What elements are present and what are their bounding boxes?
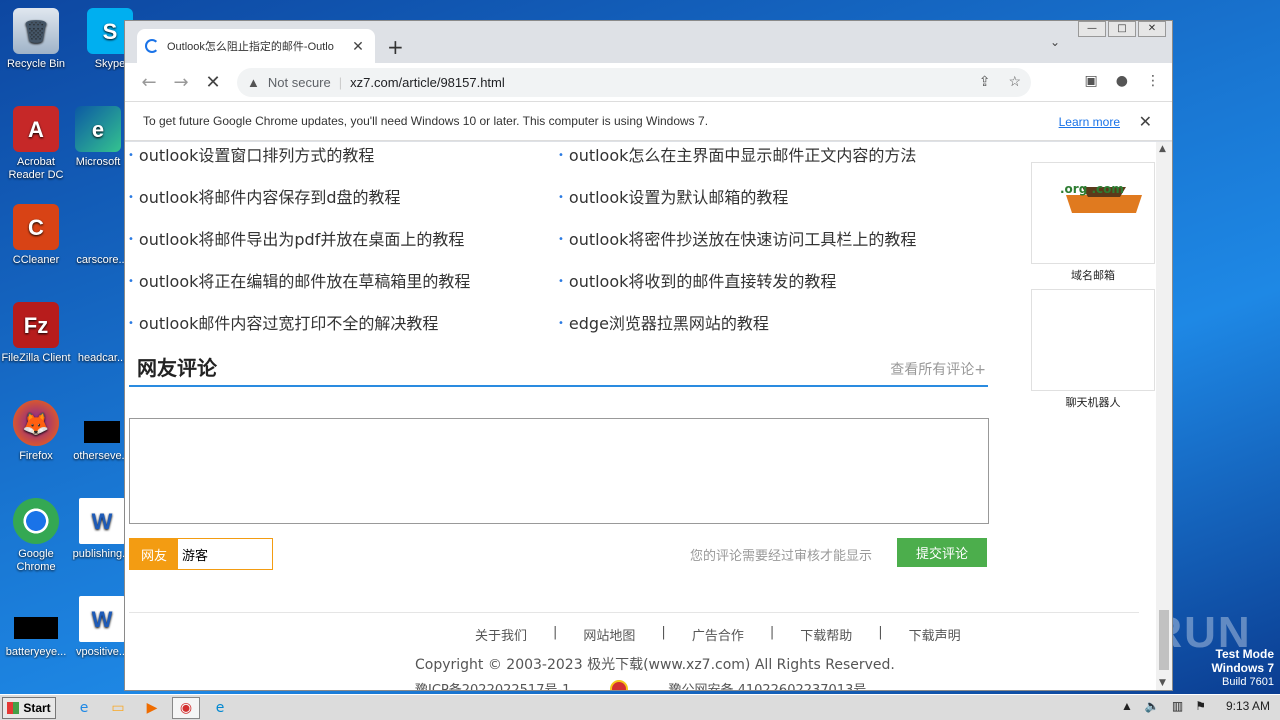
start-button[interactable]: Start	[2, 696, 56, 719]
tray-expand-icon[interactable]: ▲	[1121, 699, 1133, 713]
comments-heading: 网友评论	[137, 356, 217, 380]
test-mode-label: Test Mode Windows 7 Build 7601	[1211, 647, 1274, 688]
back-icon[interactable]: ←	[133, 72, 165, 93]
comments-header: 网友评论 查看所有评论+	[129, 347, 988, 387]
profile-icon[interactable]: ●	[1116, 73, 1128, 89]
page-viewport: outlook设置窗口排列方式的教程 outlook将邮件内容保存到d盘的教程 …	[125, 142, 1172, 690]
nickname-input[interactable]: 游客	[178, 539, 272, 569]
footer-link-sitemap[interactable]: 网站地图	[583, 625, 635, 644]
view-all-comments-link[interactable]: 查看所有评论+	[890, 359, 986, 379]
copyright-text: Copyright © 2003-2023 极光下载(www.xz7.com) …	[415, 657, 895, 673]
scroll-down-icon[interactable]: ▼	[1159, 678, 1166, 688]
article-link[interactable]: outlook怎么在主界面中显示邮件正文内容的方法	[558, 142, 917, 166]
footer-links: 关于我们 | 网站地图 | 广告合作 | 下载帮助 | 下载声明	[475, 625, 961, 644]
minimize-button[interactable]: —	[1078, 21, 1106, 37]
sidebar-ads: .org .com 域名邮箱 聊天机器人	[1031, 162, 1155, 410]
article-link[interactable]: outlook将密件抄送放在快速访问工具栏上的教程	[558, 226, 917, 250]
tab-title: Outlook怎么阻止指定的邮件-Outlo	[167, 41, 334, 53]
footer-link-help[interactable]: 下载帮助	[800, 625, 852, 644]
maximize-button[interactable]: □	[1108, 21, 1136, 37]
new-tab-button[interactable]: +	[387, 35, 404, 59]
chatbot-ad[interactable]	[1031, 289, 1155, 391]
browser-toolbar: ← → ✕ ▲ Not secure | xz7.com/article/981…	[125, 63, 1172, 101]
chrome-desktop-icon[interactable]: Google Chrome	[0, 498, 72, 574]
footer-divider	[129, 612, 1139, 613]
police-badge-icon	[610, 679, 629, 690]
media-player-taskbar-icon[interactable]: ▶	[138, 697, 166, 719]
nickname-field[interactable]: 网友 游客	[129, 538, 273, 570]
warning-icon: ▲	[247, 75, 260, 90]
article-link[interactable]: outlook将收到的邮件直接转发的教程	[558, 268, 837, 292]
action-center-flag-icon[interactable]: ⚑	[1195, 699, 1206, 713]
forward-icon[interactable]: →	[165, 72, 197, 93]
footer-link-about[interactable]: 关于我们	[475, 625, 527, 644]
chatbot-caption[interactable]: 聊天机器人	[1031, 394, 1155, 410]
domain-box-icon: .org .com	[1056, 173, 1152, 213]
learn-more-link[interactable]: Learn more	[1059, 115, 1120, 129]
review-note: 您的评论需要经过审核才能显示	[690, 549, 873, 564]
firefox-icon[interactable]: 🦊 Firefox	[0, 400, 72, 463]
domain-mail-ad[interactable]: .org .com	[1031, 162, 1155, 264]
update-infobar: To get future Google Chrome updates, you…	[125, 101, 1172, 141]
infobar-close-icon[interactable]: ✕	[1139, 112, 1152, 132]
police-record-link[interactable]: 豫公网安备 41022602237013号	[668, 679, 866, 690]
infobar-message: To get future Google Chrome updates, you…	[143, 114, 709, 128]
footer-link-ads[interactable]: 广告合作	[692, 625, 744, 644]
stop-loading-icon[interactable]: ✕	[197, 72, 229, 93]
article-link[interactable]: outlook邮件内容过宽打印不全的解决教程	[128, 310, 439, 334]
ie-taskbar-icon[interactable]: e	[70, 697, 98, 719]
page-scrollbar[interactable]: ▲ ▼	[1156, 142, 1172, 690]
nickname-label: 网友	[130, 539, 178, 569]
recycle-bin-icon[interactable]: 🗑 Recycle Bin	[0, 8, 72, 71]
batteryeye-icon[interactable]: batteryeye...	[0, 596, 72, 659]
close-window-button[interactable]: ✕	[1138, 21, 1166, 37]
tab-search-icon[interactable]: ⌄	[1050, 35, 1060, 49]
article-link[interactable]: outlook设置窗口排列方式的教程	[128, 142, 375, 166]
chrome-taskbar-icon[interactable]: ◉	[172, 696, 200, 719]
bookmark-star-icon[interactable]: ☆	[1008, 73, 1021, 90]
taskbar: Start e ▭ ▶ ◉ e ▲ 🔈 ▥ ⚑ 9:13 AM	[0, 694, 1280, 720]
article-link[interactable]: edge浏览器拉黑网站的教程	[558, 310, 769, 334]
share-icon[interactable]: ⇪	[979, 73, 991, 90]
side-panel-icon[interactable]: ▣	[1085, 73, 1098, 89]
domain-mail-caption[interactable]: 域名邮箱	[1031, 267, 1155, 283]
icp-info: 豫ICP备2022022517号-1 豫公网安备 41022602237013号	[415, 679, 866, 690]
article-link[interactable]: outlook设置为默认邮箱的教程	[558, 184, 789, 208]
address-bar[interactable]: ▲ Not secure | xz7.com/article/98157.htm…	[237, 68, 1031, 97]
comment-textarea[interactable]	[129, 418, 989, 524]
scroll-thumb[interactable]	[1159, 610, 1169, 670]
not-secure-label: Not secure	[267, 75, 331, 90]
filezilla-icon[interactable]: Fz FileZilla Client	[0, 302, 72, 365]
svg-text:.org .com: .org .com	[1060, 182, 1124, 196]
article-link[interactable]: outlook将正在编辑的邮件放在草稿箱里的教程	[128, 268, 471, 292]
scroll-up-icon[interactable]: ▲	[1159, 144, 1166, 154]
article-link[interactable]: outlook将邮件内容保存到d盘的教程	[128, 184, 401, 208]
article-link[interactable]: outlook将邮件导出为pdf并放在桌面上的教程	[128, 226, 464, 250]
network-icon[interactable]: ▥	[1172, 699, 1183, 713]
url-text[interactable]: xz7.com/article/98157.html	[350, 75, 505, 90]
menu-kebab-icon[interactable]: ⋮	[1146, 73, 1160, 89]
footer-link-disclaimer[interactable]: 下载声明	[909, 625, 961, 644]
system-tray: ▲ 🔈 ▥ ⚑ 9:13 AM	[1121, 699, 1270, 713]
window-controls: — □ ✕	[1076, 21, 1166, 37]
loading-spinner-icon	[145, 39, 159, 53]
explorer-taskbar-icon[interactable]: ▭	[104, 697, 132, 719]
tab-close-icon[interactable]: ✕	[349, 38, 367, 55]
submit-comment-button[interactable]: 提交评论	[897, 538, 987, 567]
windows-flag-icon	[7, 701, 20, 714]
ccleaner-icon[interactable]: C CCleaner	[0, 204, 72, 267]
chrome-window: Outlook怎么阻止指定的邮件-Outlo ✕ + ⌄ — □ ✕ ← → ✕…	[124, 20, 1173, 691]
edge-taskbar-icon[interactable]: e	[206, 697, 234, 719]
icp-link[interactable]: 豫ICP备2022022517号-1	[415, 679, 570, 690]
volume-icon[interactable]: 🔈	[1145, 699, 1160, 713]
tab-strip: Outlook怎么阻止指定的邮件-Outlo ✕ + ⌄ — □ ✕	[125, 21, 1172, 63]
browser-tab[interactable]: Outlook怎么阻止指定的邮件-Outlo ✕	[137, 29, 375, 63]
clock[interactable]: 9:13 AM	[1226, 699, 1270, 713]
